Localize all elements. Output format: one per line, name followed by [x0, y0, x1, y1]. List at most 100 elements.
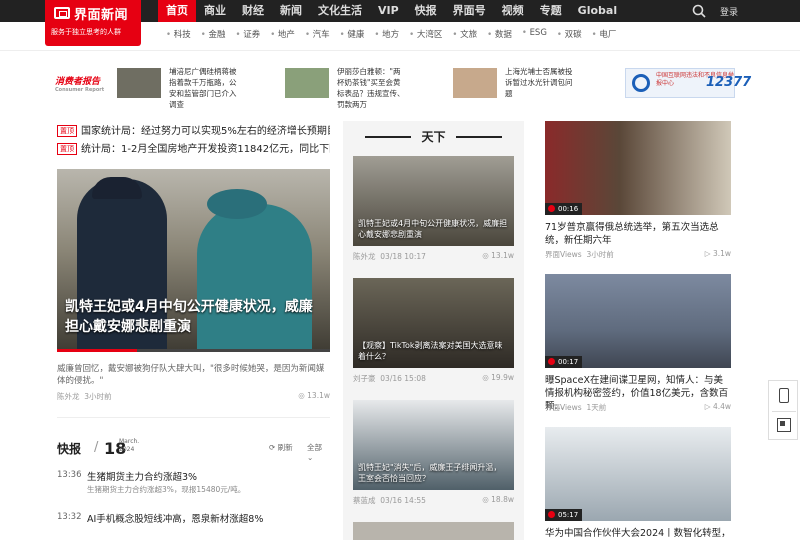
flash-time: 13:32 [57, 512, 82, 522]
report-center-icon [632, 74, 650, 92]
time: 3小时前 [84, 392, 112, 401]
subnav-item[interactable]: ESG [522, 28, 547, 40]
ad-strip: 消费者报告 Consumer Report 埔涪尼广偶硅柄蒋被指着款千万瓶路，公安… [55, 66, 751, 109]
card-meta: 刘子豪 03/16 15:08 ◎ 19.9w [353, 373, 514, 383]
ad-thumbnail [117, 68, 161, 98]
subnav-item[interactable]: 汽车 [305, 28, 330, 40]
report-center-number: 12377 [706, 75, 752, 90]
nav-item-culture[interactable]: 文化生活 [310, 0, 370, 22]
flash-month: March. 2024 [119, 438, 140, 453]
tianxia-column: 天下 凯特王妃或4月中旬公开健康状况，威廉担心戴安娜悲剧重演 陈外龙 03/18… [343, 121, 524, 540]
report-center-banner[interactable]: 中国互联网违法和不良信息举报中心 12377 [625, 68, 751, 98]
subnav-item[interactable]: 双碳 [557, 28, 582, 40]
ad-item[interactable]: 伊丽莎白雅顿："两杯奶茶钱"买至会黄标表品？违规宣传、罚款两万 [285, 66, 410, 109]
hero-title: 凯特王妃或4月中旬公开健康状况，威廉担心戴安娜悲剧重演 [65, 299, 313, 335]
nav-item-home[interactable]: 首页 [158, 0, 196, 22]
nav-item-video[interactable]: 视频 [494, 0, 532, 22]
pinned-tag: 置顶 [57, 143, 77, 155]
all-dropdown[interactable]: 全部 ⌄ [307, 442, 330, 462]
nav-item-news[interactable]: 新闻 [272, 0, 310, 22]
logo-name: 界面新闻 [74, 8, 129, 23]
logo-icon [54, 7, 70, 19]
flash-time: 13:36 [57, 470, 82, 480]
hero-meta: 陈外龙 3小时前 ◎ 13.1w [57, 391, 330, 402]
ad-thumbnail [453, 68, 497, 98]
card-caption: 【观察】TikTok剥离法案对美国大选意味着什么？ [358, 341, 503, 361]
nav-item-global[interactable]: Global [570, 0, 625, 22]
nav-item-vip[interactable]: VIP [370, 0, 407, 22]
pinned-text: 统计局：1-2月全国房地产开发投资11842亿元，同比下降9.0 [81, 144, 330, 155]
divider [772, 411, 796, 412]
subnav-item[interactable]: 证券 [235, 28, 260, 40]
flash-header: 快报 / 18 March. 2024 ⟳ 刷新 全部 ⌄ [57, 438, 330, 462]
video-thumbnail: 00:17 [545, 274, 731, 368]
subnav-item[interactable]: 地产 [270, 28, 295, 40]
site-logo[interactable]: 界面新闻 服务于独立思考的人群 [45, 0, 141, 46]
hero-figure-hat [207, 189, 267, 219]
card-image: 凯特王妃"消失"后，威廉王子绯闻升温，王室会否恰当回应？ [353, 400, 514, 490]
refresh-button[interactable]: ⟳ 刷新 [269, 442, 293, 453]
video-title: 华为中国合作伙伴大会2024丨数智化转型， [545, 528, 731, 539]
consumer-report-name: 消费者报告 [55, 77, 101, 87]
sub-nav: 科技 金融 证券 地产 汽车 健康 地方 大湾区 文旅 数据 ESG 双碳 电厂 [166, 28, 626, 40]
tianxia-card[interactable] [353, 522, 514, 540]
video-duration: 00:17 [545, 356, 583, 368]
video-duration: 05:17 [545, 509, 583, 521]
mobile-icon[interactable] [779, 388, 789, 403]
nav-item-flash[interactable]: 快报 [407, 0, 445, 22]
side-toolbar [768, 380, 798, 440]
divider [57, 417, 330, 418]
hero-description: 威廉曾回忆，戴安娜被狗仔队大肆大叫，"很多时候她哭，是因为新闻媒体的侵扰。" [57, 364, 325, 386]
ad-item[interactable]: 上海光埔士否属被投诉暂过水光针调包问题 [453, 66, 578, 100]
card-image: 凯特王妃或4月中旬公开健康状况，威廉担心戴安娜悲剧重演 [353, 156, 514, 246]
tianxia-title: 天下 [343, 128, 524, 145]
subnav-item[interactable]: 电厂 [592, 28, 616, 40]
slash: / [94, 440, 99, 455]
main-nav: 首页 商业 财经 新闻 文化生活 VIP 快报 界面号 视频 专题 Global [158, 0, 625, 22]
consumer-report-sub: Consumer Report [55, 87, 105, 93]
flash-headline: 生猪期货主力合约涨超3% [87, 472, 198, 483]
consumer-report-logo[interactable]: 消费者报告 Consumer Report [55, 74, 104, 93]
views-count: ◎ 13.1w [298, 391, 330, 400]
card-caption: 凯特王妃或4月中旬公开健康状况，威廉担心戴安娜悲剧重演 [358, 219, 508, 239]
card-caption: 凯特王妃"消失"后，威廉王子绯闻升温，王室会否恰当回应？ [358, 463, 502, 483]
ad-text: 上海光埔士否属被投诉暂过水光针调包问题 [505, 67, 573, 98]
video-title: 71岁普京赢得俄总统选举，第五次当选总统，新任期六年 [545, 222, 719, 246]
qr-code-icon[interactable] [777, 418, 791, 432]
nav-item-finance[interactable]: 财经 [234, 0, 272, 22]
subnav-item[interactable]: 金融 [201, 28, 225, 40]
carousel-progress [57, 349, 330, 352]
subnav-item[interactable]: 健康 [340, 28, 364, 40]
subnav-item[interactable]: 地方 [374, 28, 399, 40]
subnav-item[interactable]: 数据 [487, 28, 512, 40]
video-thumbnail: 05:17 [545, 427, 731, 521]
video-duration: 00:16 [545, 203, 583, 215]
login-link[interactable]: 登录 [720, 5, 738, 18]
nav-item-business[interactable]: 商业 [196, 0, 234, 22]
card-image: 【观察】TikTok剥离法案对美国大选意味着什么？ [353, 278, 514, 368]
ad-thumbnail [285, 68, 329, 98]
logo-slogan: 服务于独立思考的人群 [51, 28, 121, 36]
nav-item-topics[interactable]: 专题 [532, 0, 570, 22]
card-meta: 蔡蓝成 03/16 14:55 ◎ 18.8w [353, 495, 514, 505]
flash-summary: 生猪期货主力合约涨超3%，现报15480元/吨。 [87, 485, 246, 494]
video-meta: 界面Views 3小时前 ▷ 3.1w [545, 249, 731, 259]
flash-headline: AI手机概念股短线冲高，恩泉新材涨超8% [87, 514, 264, 525]
subnav-item[interactable]: 大湾区 [409, 28, 443, 40]
video-thumbnail: 00:16 [545, 121, 731, 215]
ad-text: 伊丽莎白雅顿："两杯奶茶钱"买至会黄标表品？违规宣传、罚款两万 [337, 67, 405, 109]
card-meta: 陈外龙 03/18 10:17 ◎ 13.1w [353, 251, 514, 261]
author: 陈外龙 [57, 392, 80, 401]
subnav-item[interactable]: 科技 [166, 28, 191, 40]
hero-article[interactable]: 凯特王妃或4月中旬公开健康状况，威廉担心戴安娜悲剧重演 [57, 169, 330, 352]
ad-text: 埔涪尼广偶硅柄蒋被指着款千万瓶路，公安和监管部门已介入调查 [169, 67, 237, 109]
search-icon[interactable] [692, 4, 706, 18]
hero-figure-hat [92, 177, 142, 199]
subnav-item[interactable]: 文旅 [452, 28, 477, 40]
ad-item[interactable]: 埔涪尼广偶硅柄蒋被指着款千万瓶路，公安和监管部门已介入调查 [117, 66, 242, 109]
pinned-text: 国家统计局：经过努力可以实现5%左右的经济增长预期目标 [81, 126, 330, 137]
nav-item-jiemianhao[interactable]: 界面号 [445, 0, 494, 22]
flash-title: 快报 [57, 442, 82, 456]
pinned-news[interactable]: 置顶 统计局：1-2月全国房地产开发投资11842亿元，同比下降9.0 [57, 140, 330, 155]
pinned-news[interactable]: 置顶 国家统计局：经过努力可以实现5%左右的经济增长预期目标 [57, 122, 330, 137]
